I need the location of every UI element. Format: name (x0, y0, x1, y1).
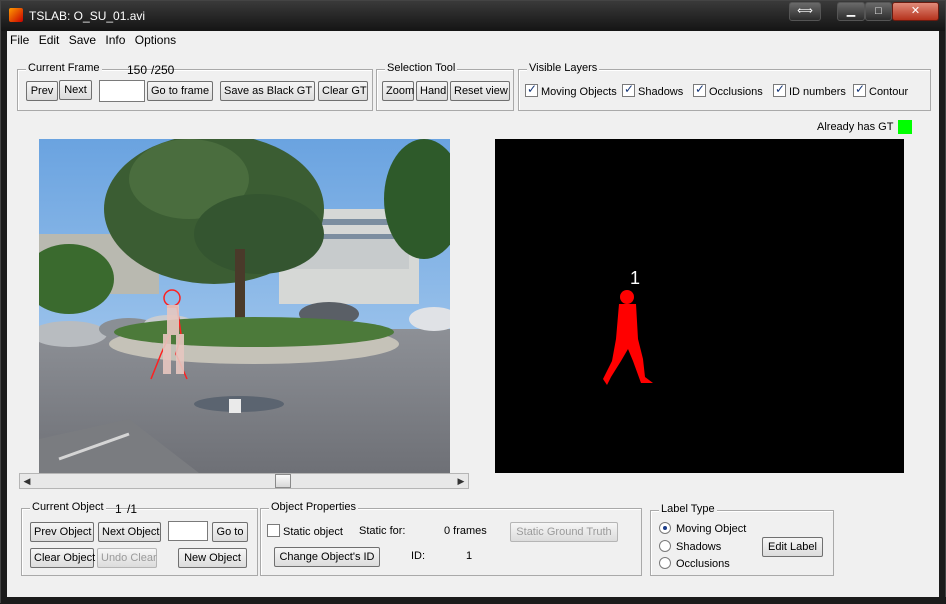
minimize-button[interactable]: ▁ (837, 2, 865, 21)
label-type-moving-object-radio[interactable]: Moving Object (659, 522, 746, 535)
menu-info[interactable]: Info (102, 31, 128, 49)
edit-label-button[interactable]: Edit Label (762, 537, 823, 557)
prev-frame-button[interactable]: Prev (26, 81, 58, 101)
save-black-gt-button[interactable]: Save as Black GT (220, 81, 315, 101)
scroll-left-arrow-icon[interactable]: ◀ (20, 474, 34, 488)
undo-clear-button[interactable]: Undo Clear (97, 548, 157, 568)
radio-dot (659, 557, 671, 569)
zoom-button[interactable]: Zoom (382, 81, 414, 101)
layer-id-numbers-checkbox[interactable]: ID numbers (773, 82, 846, 98)
checkbox-box (773, 82, 786, 97)
app-window: TSLAB: O_SU_01.avi ⟺ ▁ □ ✕ File Edit Sav… (0, 0, 946, 604)
radio-dot (659, 522, 671, 534)
static-ground-truth-button[interactable]: Static Ground Truth (510, 522, 618, 542)
frame-total: /250 (151, 63, 175, 77)
ground-truth-mask-view[interactable]: 1 (495, 139, 904, 473)
go-to-object-button[interactable]: Go to (212, 522, 248, 542)
menu-edit[interactable]: Edit (36, 31, 63, 49)
gt-status-indicator (898, 120, 912, 134)
static-for-value: 0 frames (444, 525, 487, 537)
layer-contour-checkbox[interactable]: Contour (853, 82, 908, 98)
menu-file[interactable]: File (7, 31, 32, 49)
clear-object-button[interactable]: Clear Object (30, 548, 95, 568)
title-bar[interactable]: TSLAB: O_SU_01.avi ⟺ ▁ □ ✕ (1, 1, 945, 31)
checkbox-box (853, 82, 866, 97)
menu-bar: File Edit Save Info Options (7, 31, 941, 51)
object-index: 1 (115, 502, 122, 516)
frame-number: 150 (127, 63, 148, 77)
visible-layers-label: Visible Layers (527, 62, 600, 74)
new-object-button[interactable]: New Object (178, 548, 247, 568)
next-frame-button[interactable]: Next (59, 80, 92, 100)
hand-button[interactable]: Hand (416, 81, 448, 101)
selection-tool-label: Selection Tool (385, 62, 458, 74)
layer-shadows-checkbox[interactable]: Shadows (622, 82, 683, 98)
window-frame-right (939, 31, 945, 604)
window-title: TSLAB: O_SU_01.avi (29, 9, 146, 23)
checkbox-box (267, 524, 280, 537)
label-type-label: Label Type (659, 503, 717, 515)
static-for-label: Static for: (359, 525, 406, 537)
checkbox-box (693, 82, 706, 97)
checkbox-box (525, 82, 538, 97)
menu-options[interactable]: Options (132, 31, 179, 49)
menu-save[interactable]: Save (66, 31, 99, 49)
scrollbar-thumb[interactable] (275, 474, 291, 488)
checkbox-box (622, 82, 635, 97)
object-input[interactable] (168, 521, 208, 541)
reset-view-button[interactable]: Reset view (450, 81, 510, 101)
prev-object-button[interactable]: Prev Object (30, 522, 94, 542)
change-object-id-button[interactable]: Change Object's ID (274, 547, 380, 567)
already-has-gt-label: Already has GT (817, 121, 894, 133)
scroll-right-arrow-icon[interactable]: ▶ (454, 474, 468, 488)
clear-gt-button[interactable]: Clear GT (318, 81, 368, 101)
label-type-shadows-radio[interactable]: Shadows (659, 540, 721, 553)
layer-moving-objects-checkbox[interactable]: Moving Objects (525, 82, 617, 98)
layer-occlusions-checkbox[interactable]: Occlusions (693, 82, 763, 98)
video-frame-view[interactable] (39, 139, 450, 473)
current-object-label: Current Object (30, 501, 106, 513)
frame-scrollbar[interactable]: ◀ ▶ (19, 473, 469, 489)
label-type-occlusions-radio[interactable]: Occlusions (659, 557, 730, 570)
object-mask-silhouette (603, 290, 653, 385)
next-object-button[interactable]: Next Object (98, 522, 161, 542)
go-to-frame-button[interactable]: Go to frame (147, 81, 213, 101)
frame-input[interactable] (99, 80, 145, 102)
matlab-app-icon (9, 8, 23, 22)
id-label: ID: (411, 550, 426, 562)
object-properties-label: Object Properties (269, 501, 358, 513)
maximize-button[interactable]: □ (865, 2, 892, 21)
id-value: 1 (466, 550, 473, 562)
video-frame-image (39, 139, 450, 473)
window-frame-left (1, 31, 7, 604)
close-button[interactable]: ✕ (892, 2, 939, 21)
radio-dot (659, 540, 671, 552)
current-frame-label: Current Frame (26, 62, 102, 74)
resize-icon[interactable]: ⟺ (789, 2, 821, 21)
static-object-checkbox[interactable]: Static object (267, 524, 343, 538)
object-total: /1 (127, 502, 138, 516)
